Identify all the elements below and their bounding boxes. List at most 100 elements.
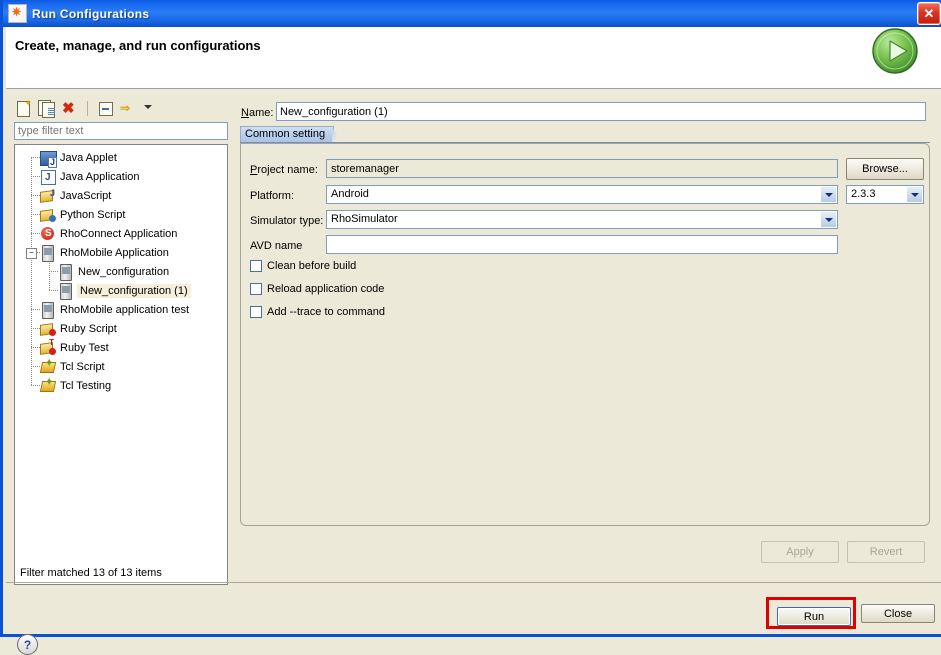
checkbox-clean-before-build[interactable]: Clean before build [250, 260, 356, 272]
run-configurations-dialog: ✷ Run Configurations ✕ Create, manage, a… [0, 0, 941, 655]
java-applet-icon [40, 150, 57, 168]
tree-item-label: Java Applet [60, 151, 117, 164]
tree-item-java-application[interactable]: Java Application [40, 167, 140, 186]
configurations-tree[interactable]: Java Applet Java Application J JavaScript Py… [14, 144, 228, 569]
dialog-header: Create, manage, and run configurations [6, 27, 941, 89]
new-launch-configuration-button[interactable]: ✦ [14, 97, 33, 118]
java-application-icon [40, 169, 56, 185]
run-button[interactable]: Run [777, 607, 851, 626]
filter-menu-button[interactable]: ⇒ [119, 99, 138, 118]
tree-item-javascript[interactable]: J JavaScript [40, 186, 111, 205]
tcl-testing-icon: ✦ [39, 377, 57, 394]
new-star-glyph: ✦ [24, 97, 32, 108]
checkbox-box[interactable] [250, 306, 262, 318]
tree-item-label: RhoMobile Application [60, 246, 169, 259]
chevron-down-icon[interactable] [821, 187, 836, 202]
common-setting-tab-panel: Project name: Browse... Platform: Androi… [240, 143, 930, 526]
tree-connector-line [31, 157, 40, 158]
platform-version-select[interactable]: 2.3.3 [846, 185, 924, 204]
tree-connector-line [49, 271, 58, 272]
tree-item-ruby-test[interactable]: T Ruby Test [40, 338, 109, 357]
platform-select[interactable]: Android [326, 185, 838, 204]
tree-item-tcl-script[interactable]: ✦ Tcl Script [39, 357, 105, 376]
browse-button[interactable]: Browse... [846, 158, 924, 180]
configuration-name-input[interactable] [276, 102, 926, 121]
tree-item-new-configuration[interactable]: New_configuration [58, 262, 169, 281]
tree-item-ruby-script[interactable]: Ruby Script [40, 319, 117, 338]
tree-item-label: Python Script [60, 208, 126, 221]
ruby-script-icon [40, 321, 56, 337]
checkbox-label: Clean before build [267, 260, 357, 272]
revert-button[interactable]: Revert [847, 541, 925, 563]
avd-name-input[interactable] [326, 235, 838, 254]
document-lines-glyph [48, 107, 55, 109]
chevron-down-icon [144, 104, 152, 109]
javascript-icon: J [40, 188, 56, 204]
dialog-body: ✦ ✖ ⇒ type filter text J Java Applet J J… [6, 89, 941, 655]
close-button[interactable]: Close [861, 604, 935, 623]
tree-item-label: New_configuration (1) [77, 283, 191, 298]
sparkle-glyph: ✷ [11, 5, 22, 19]
filter-arrows-icon: ⇒ [120, 100, 131, 115]
tree-item-python-script[interactable]: Python Script [40, 205, 125, 224]
window-titlebar: ✷ Run Configurations ✕ [3, 0, 941, 27]
checkbox-box[interactable] [250, 260, 262, 272]
duplicate-document-icon [42, 101, 55, 118]
delete-configuration-button[interactable]: ✖ [60, 99, 79, 118]
checkbox-box[interactable] [250, 283, 262, 295]
tree-toolbar: ✦ ✖ ⇒ [14, 97, 152, 119]
tree-item-label: JavaScript [60, 189, 112, 202]
help-question-icon[interactable]: ? [17, 634, 38, 655]
rhomobile-icon [58, 263, 74, 281]
green-play-circle-icon [872, 28, 918, 74]
project-name-input[interactable] [326, 159, 838, 178]
footer-separator [6, 582, 941, 583]
tree-item-tcl-testing[interactable]: ✦ Tcl Testing [39, 376, 112, 395]
simulator-type-label: Simulator type: [250, 215, 324, 227]
apply-button[interactable]: Apply [761, 541, 839, 563]
tree-item-label: Java Application [60, 170, 140, 183]
checkbox-label: Add --trace to command [267, 306, 385, 318]
collapse-all-icon [99, 101, 113, 116]
tab-common-setting[interactable]: Common setting [240, 126, 335, 143]
configurations-panel: ✦ ✖ ⇒ type filter text J Java Applet J J… [11, 97, 232, 585]
checkbox-add-trace-to-command[interactable]: Add --trace to command [250, 306, 385, 318]
checkbox-label: Reload application code [267, 283, 385, 295]
chevron-down-icon[interactable] [907, 187, 922, 202]
tree-item-rhoconnect-application[interactable]: RhoConnect Application [40, 224, 177, 243]
name-label: Name: [241, 107, 274, 119]
chevron-down-icon[interactable] [821, 212, 836, 227]
filter-menu-dropdown-button[interactable] [142, 99, 152, 118]
simulator-type-select[interactable]: RhoSimulator [326, 210, 838, 229]
duplicate-configuration-button[interactable] [37, 99, 56, 118]
tree-item-java-applet[interactable]: Java Applet [40, 148, 117, 168]
rhomobile-icon [58, 282, 74, 300]
collapse-all-button[interactable] [96, 99, 115, 118]
tree-item-label: Tcl Testing [60, 379, 112, 392]
window-title: Run Configurations [32, 6, 150, 21]
filter-input[interactable] [14, 122, 228, 140]
ruby-test-icon: T [40, 338, 56, 356]
tree-item-rhomobile-application-test[interactable]: RhoMobile application test [40, 300, 189, 319]
tree-item-label: Tcl Script [60, 360, 105, 373]
tree-connector-line [31, 176, 40, 177]
tree-trunk-line [31, 157, 32, 385]
checkbox-reload-application-code[interactable]: Reload application code [250, 283, 384, 295]
tree-expander-toggle[interactable]: − [26, 248, 37, 259]
toolbar-separator [87, 100, 88, 116]
page-title: Create, manage, and run configurations [15, 38, 261, 53]
tree-item-rhomobile-application[interactable]: RhoMobile Application [40, 243, 169, 262]
tree-connector-line [31, 366, 40, 367]
settings-tabfolder: Common setting Project name: Browse... P… [240, 126, 930, 526]
tree-connector-line [31, 328, 40, 329]
tree-item-label: New_configuration [78, 265, 170, 278]
platform-version-value: 2.3.3 [851, 188, 876, 200]
avd-name-label: AVD name [250, 240, 303, 252]
tree-connector-line [31, 309, 40, 310]
configuration-form-panel: Name: Common setting Project name: Brows… [237, 97, 934, 577]
run-button-highlight: Run [766, 597, 856, 629]
platform-label: Platform: [250, 190, 295, 202]
run-configurations-icon: ✷ [8, 4, 27, 23]
delete-red-x-icon: ✖ [62, 99, 75, 117]
tree-item-new-configuration-1[interactable]: New_configuration (1) [58, 281, 191, 300]
